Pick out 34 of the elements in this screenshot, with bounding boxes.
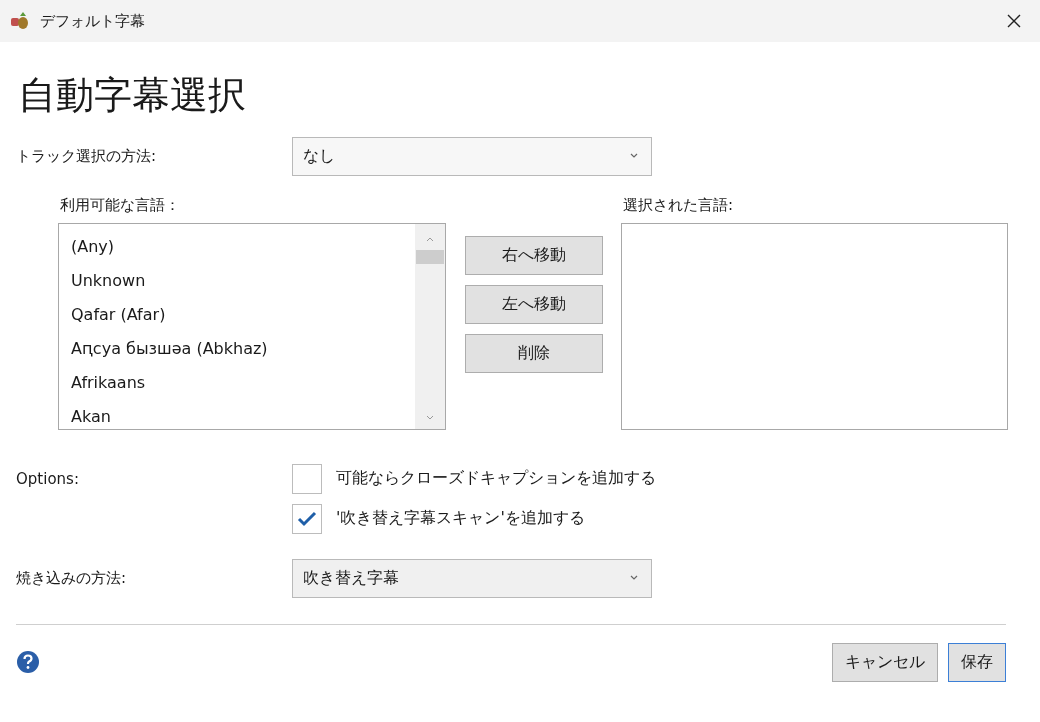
app-icon <box>10 12 30 30</box>
list-label: 選択された言語: <box>623 195 735 216</box>
checkbox-label: '吹き替え字幕スキャン'を追加する <box>336 508 585 530</box>
chevron-down-icon <box>629 575 639 582</box>
checkbox[interactable] <box>292 503 322 534</box>
scroll-up-icon[interactable] <box>425 235 435 242</box>
move-button[interactable]: 削除 <box>465 333 603 373</box>
dialog-button[interactable]: キャンセル <box>832 642 938 682</box>
language-item[interactable]: Akan <box>71 399 403 434</box>
checkbox-label: 可能ならクローズドキャプションを追加する <box>336 468 656 490</box>
window-title: デフォルト字幕 <box>40 11 146 31</box>
move-button[interactable]: 左へ移動 <box>465 284 603 324</box>
language-item[interactable]: Unknown <box>71 263 403 298</box>
field-label: Options: <box>16 469 80 488</box>
language-item[interactable]: Afrikaans <box>71 365 403 400</box>
field-label: 焼き込みの方法: <box>16 568 128 588</box>
close-icon[interactable] <box>1006 13 1022 29</box>
scrollbar[interactable] <box>415 223 445 429</box>
track-selection-dropdown[interactable]: なし <box>292 136 652 176</box>
move-button[interactable]: 右へ移動 <box>465 235 603 275</box>
list-label: 利用可能な言語： <box>60 195 181 216</box>
language-item[interactable]: Qafar (Afar) <box>71 297 403 332</box>
burn-in-dropdown[interactable]: 吹き替え字幕 <box>292 558 652 598</box>
chevron-down-icon <box>629 153 639 160</box>
checkbox[interactable] <box>292 463 322 494</box>
language-item[interactable]: Aԥсуа бызшәа (Abkhaz) <box>71 331 403 366</box>
field-label: トラック選択の方法: <box>16 146 158 166</box>
help-icon[interactable] <box>16 650 40 675</box>
scroll-down-icon[interactable] <box>425 414 435 421</box>
dialog-heading: 自動字幕選択 <box>18 75 247 117</box>
dialog-button[interactable]: 保存 <box>948 642 1006 682</box>
language-item[interactable]: (Any) <box>71 229 403 264</box>
scroll-thumb[interactable] <box>416 249 444 264</box>
check-mark-icon <box>296 509 318 528</box>
